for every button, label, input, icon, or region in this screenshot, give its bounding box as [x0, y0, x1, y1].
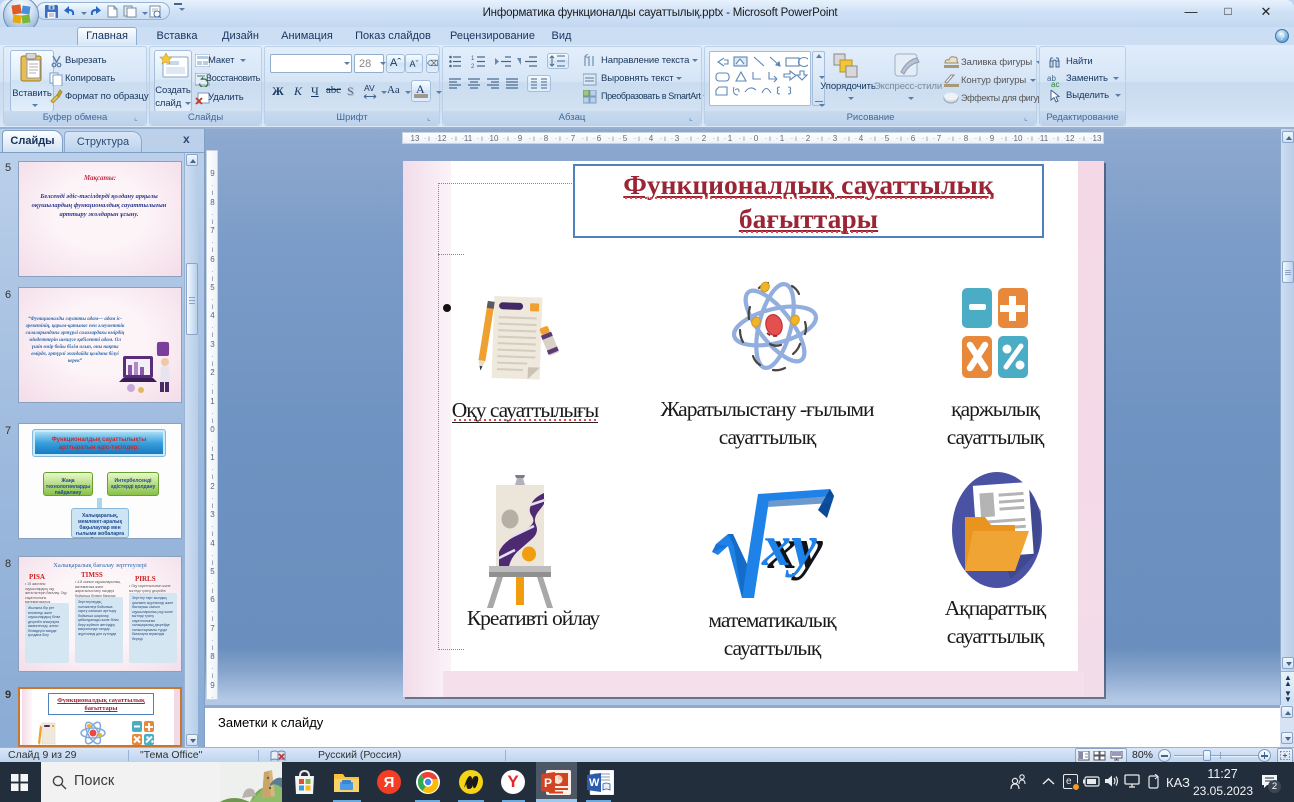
svg-text:2: 2 — [471, 64, 475, 69]
svg-text:1: 1 — [471, 56, 475, 62]
svg-text:ac: ac — [1051, 80, 1059, 87]
svg-text:xy: xy — [761, 513, 817, 578]
svg-text:P: P — [544, 776, 552, 790]
svg-text:W: W — [589, 777, 600, 789]
